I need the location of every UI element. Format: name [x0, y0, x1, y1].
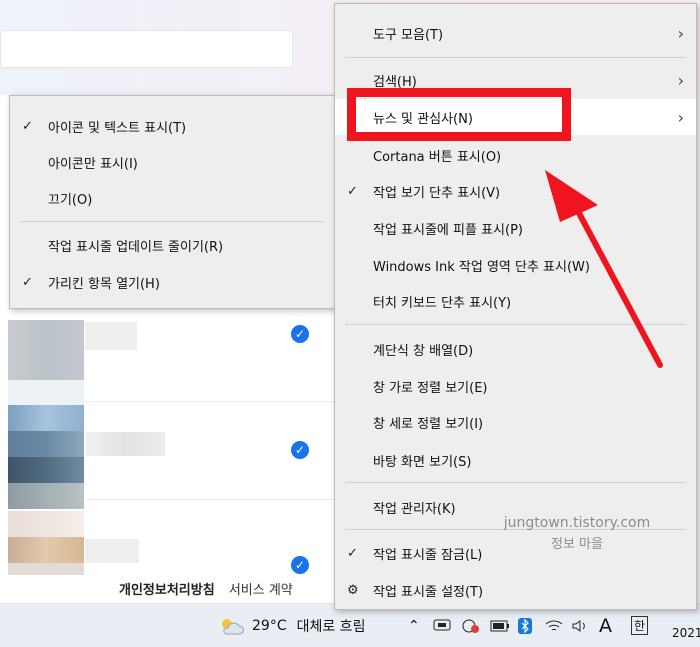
annotation-arrow-icon [545, 170, 663, 368]
